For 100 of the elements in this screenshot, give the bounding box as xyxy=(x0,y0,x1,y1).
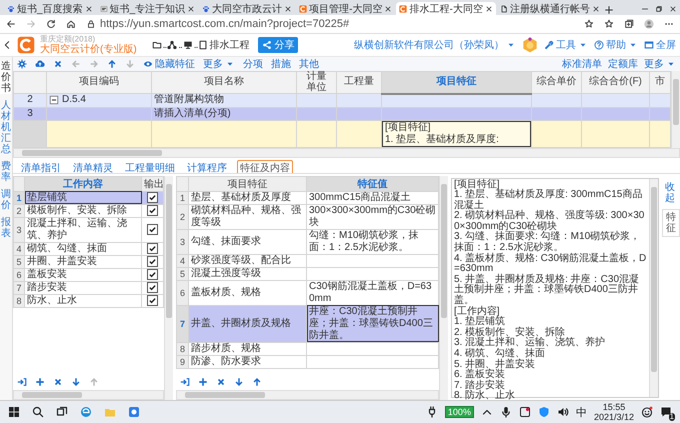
folder-icon[interactable] xyxy=(152,40,162,50)
close-icon[interactable] xyxy=(592,4,600,12)
column-header[interactable]: 计量单位 xyxy=(296,72,336,94)
windows-icon[interactable] xyxy=(8,406,20,418)
toolbar-button[interactable]: 分项 xyxy=(243,57,263,71)
work-item[interactable]: 垫层铺筑 xyxy=(24,191,142,204)
app-icon[interactable] xyxy=(128,406,140,418)
arrow-up-icon[interactable] xyxy=(252,377,262,387)
screen-icon[interactable] xyxy=(518,406,531,418)
scrollbar[interactable] xyxy=(13,390,164,400)
sidebar-item[interactable]: 造价书 xyxy=(0,61,11,94)
menu-button[interactable]: 工具 xyxy=(544,38,588,52)
column-header[interactable]: 工程量 xyxy=(336,72,382,94)
refresh-icon[interactable] xyxy=(46,19,56,29)
emoji-icon[interactable] xyxy=(641,406,653,418)
column-header[interactable]: 输出 xyxy=(142,176,164,191)
close-icon[interactable] xyxy=(84,4,93,12)
arrow-down-icon[interactable] xyxy=(234,377,244,387)
work-item[interactable]: 砌筑、勾缝、抹面 xyxy=(24,242,142,255)
restore-icon[interactable] xyxy=(655,5,663,13)
notification-icon[interactable] xyxy=(660,406,672,418)
collections-icon[interactable] xyxy=(624,19,634,29)
delete-icon[interactable] xyxy=(53,377,63,387)
panel-tab[interactable]: 计算程序 xyxy=(185,160,229,172)
feature-value[interactable]: 300mmC15商品混凝土 xyxy=(306,191,438,204)
column-header[interactable]: 项目特征 xyxy=(382,72,532,94)
column-header[interactable]: 项目特征 xyxy=(188,176,306,191)
checkbox[interactable] xyxy=(147,243,158,254)
sidebar-item[interactable]: 报表 xyxy=(0,217,11,239)
close-icon[interactable] xyxy=(669,5,677,13)
panel-tab[interactable]: 清单精灵 xyxy=(71,160,115,172)
add-icon[interactable] xyxy=(198,377,208,387)
checkbox[interactable] xyxy=(147,205,158,216)
toolbar-button[interactable]: 其他 xyxy=(299,57,319,71)
scrollbar[interactable] xyxy=(176,390,439,400)
mic-icon[interactable] xyxy=(500,406,512,418)
work-item[interactable]: 踏步安装 xyxy=(24,281,142,294)
work-item[interactable]: 防水、止水 xyxy=(24,294,142,307)
checkbox[interactable] xyxy=(147,224,158,235)
feature-value[interactable]: 300×300×300mm的C30砼砌块 xyxy=(306,204,438,229)
volume-icon[interactable] xyxy=(556,406,569,418)
toolbar-button[interactable]: 更多 xyxy=(203,57,235,71)
side-tab[interactable]: 特征 xyxy=(662,208,680,236)
panel-tab[interactable]: 工程量明细 xyxy=(123,160,177,172)
toolbar-button[interactable]: 标准清单 xyxy=(562,57,602,71)
close-icon[interactable] xyxy=(187,4,196,12)
delete-icon[interactable] xyxy=(53,59,63,69)
new-tab-icon[interactable] xyxy=(604,5,614,15)
back-icon[interactable] xyxy=(2,40,12,50)
column-header[interactable]: 项目名称 xyxy=(152,72,296,94)
scrollbar[interactable] xyxy=(671,71,680,148)
column-header[interactable]: 项目编码 xyxy=(46,72,152,94)
description-field[interactable] xyxy=(451,178,659,398)
favorites-icon[interactable] xyxy=(604,19,614,29)
menu-button[interactable]: 帮助 xyxy=(594,38,638,52)
home-icon[interactable] xyxy=(66,19,76,29)
monitor-icon[interactable] xyxy=(182,40,193,50)
column-header[interactable]: 综合单价 xyxy=(532,72,582,94)
toolbar-button[interactable]: 更多 xyxy=(644,57,676,71)
close-icon[interactable] xyxy=(484,4,493,12)
sidebar-item[interactable]: 人材机汇总 xyxy=(0,100,11,155)
add-icon[interactable] xyxy=(35,377,45,387)
scrollbar[interactable] xyxy=(649,178,658,397)
panel-tab[interactable]: 特征及内容 xyxy=(237,160,293,172)
checkbox[interactable] xyxy=(147,295,158,306)
sidebar-item[interactable]: 调价 xyxy=(0,189,11,211)
collapse-icon[interactable] xyxy=(49,95,59,106)
column-header[interactable]: 工作内容 xyxy=(24,176,142,191)
arrow-up-icon[interactable] xyxy=(107,59,117,69)
favorite-icon[interactable] xyxy=(584,19,594,29)
shield-icon[interactable] xyxy=(538,406,550,418)
work-item[interactable]: 井圈、井盖安装 xyxy=(24,255,142,268)
avatar-icon[interactable] xyxy=(522,37,538,53)
scrollbar[interactable] xyxy=(13,148,680,158)
arrow-down-icon[interactable] xyxy=(71,377,81,387)
work-item[interactable]: 盖板安装 xyxy=(24,268,142,281)
delete-icon[interactable] xyxy=(216,377,226,387)
close-icon[interactable] xyxy=(284,4,292,12)
browser-tab[interactable]: 排水工程-大同空 xyxy=(396,2,496,15)
ime-indicator[interactable]: 中 xyxy=(576,404,587,420)
feature-value[interactable]: 井座：C30混凝土预制井座；井盖：球墨铸铁D400三防井盖。 xyxy=(306,305,438,342)
browser-icon[interactable] xyxy=(80,406,92,418)
profile-icon[interactable] xyxy=(644,19,654,29)
toolbar-button[interactable]: 定额库 xyxy=(608,57,638,71)
project-name[interactable]: 排水工程 xyxy=(209,38,250,52)
checkbox[interactable] xyxy=(147,192,158,203)
work-item[interactable]: 混凝土拌和、运输、浇筑、养护 xyxy=(24,217,142,242)
checkbox[interactable] xyxy=(147,282,158,293)
feature-value[interactable]: 勾缝：M10砌筑砂浆，抹面：1：2.5水泥砂浆。 xyxy=(306,229,438,254)
share-button[interactable]: 分享 xyxy=(258,37,298,53)
toolbar-button[interactable]: 措施 xyxy=(271,57,291,71)
close-icon[interactable] xyxy=(384,4,392,12)
account-menu[interactable]: 纵横创新软件有限公司（孙荣凤） xyxy=(354,38,516,52)
cloud-upload-icon[interactable] xyxy=(35,59,45,69)
settings-icon[interactable] xyxy=(17,59,27,69)
menu-button[interactable]: 全屏 xyxy=(644,38,676,52)
search-icon[interactable] xyxy=(32,406,44,418)
back-icon[interactable] xyxy=(6,19,16,29)
checkbox[interactable] xyxy=(147,256,158,267)
insert-icon[interactable] xyxy=(17,377,27,387)
